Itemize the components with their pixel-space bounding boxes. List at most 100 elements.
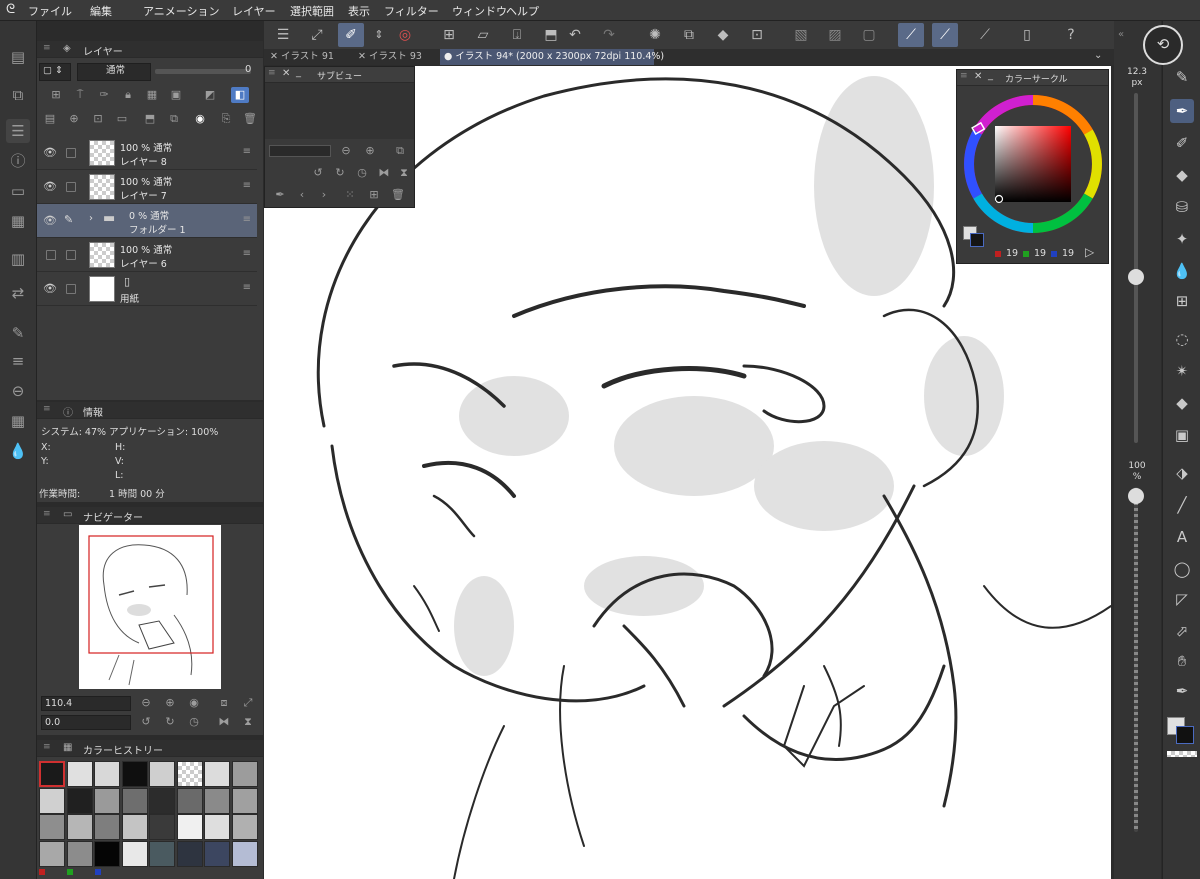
correct-line-icon[interactable]: ⬀ <box>1170 619 1194 643</box>
rotation-field[interactable]: 0.0 <box>41 715 131 730</box>
sub-color-swatch[interactable] <box>970 233 984 247</box>
layer-checkbox[interactable] <box>66 250 76 260</box>
frame-icon[interactable]: ◸ <box>1170 587 1194 611</box>
layer-color-select[interactable]: ▢ ⇕ <box>39 63 71 81</box>
color-swatch[interactable] <box>39 840 65 867</box>
trash-icon[interactable]: 🗑︎ <box>241 111 259 127</box>
help-icon[interactable]: ? <box>1058 23 1084 47</box>
clipping-icon[interactable]: ⊞ <box>47 87 65 103</box>
import-image-icon[interactable]: ⊞ <box>365 187 383 203</box>
color-swatch[interactable] <box>149 840 175 867</box>
duplicate-layer-icon[interactable]: ⎘ <box>217 111 235 127</box>
layer-checkbox[interactable] <box>66 182 76 192</box>
auto-action-icon[interactable]: ⇄ <box>6 281 30 305</box>
share-icon[interactable]: ⬒ <box>538 23 564 47</box>
sub-color-chip[interactable] <box>1176 726 1194 744</box>
mask-icon[interactable]: ▣ <box>167 87 185 103</box>
visibility-box[interactable] <box>46 250 56 260</box>
clear-icon[interactable]: ⧉ <box>676 23 702 47</box>
menu-icon[interactable]: ≡ <box>243 248 251 259</box>
color-swatch[interactable] <box>39 814 65 840</box>
menu-edit[interactable]: 編集 <box>90 3 112 19</box>
color-swatch[interactable] <box>94 814 120 840</box>
layer-row-selected[interactable]: 👁︎ ✎ › ▬ 0 % 通常 フォルダー 1 ≡ <box>37 204 257 238</box>
menu-icon[interactable]: ≡ <box>243 282 251 293</box>
fill-bucket-icon[interactable]: ◆ <box>1170 391 1194 415</box>
close-icon[interactable]: ✕ <box>282 68 290 79</box>
expand-chevron-icon[interactable]: › <box>89 213 93 224</box>
fill-icon[interactable]: ◆ <box>710 23 736 47</box>
layer-checkbox[interactable] <box>66 148 76 158</box>
redo-icon[interactable]: ↷ <box>596 23 622 47</box>
navigator-icon[interactable]: ▭ <box>6 179 30 203</box>
blend-mode-select[interactable]: 通常 <box>77 63 151 81</box>
lock-icon[interactable]: 🔒︎ <box>119 87 137 103</box>
transparent-color-chip[interactable] <box>1167 751 1197 757</box>
snap-ruler-icon[interactable]: ⟋ <box>898 23 924 47</box>
color-swatch[interactable] <box>204 840 230 867</box>
color-swatch[interactable] <box>94 787 120 814</box>
open-file-icon[interactable]: ▱ <box>470 23 496 47</box>
brush-opacity-slider[interactable] <box>1134 487 1138 832</box>
minimize-icon[interactable]: _ <box>296 67 301 78</box>
snap-special-ruler-icon[interactable]: ⟋ <box>932 23 958 47</box>
stepper-icon[interactable]: ⇕ <box>366 23 392 47</box>
grid-icon[interactable]: ▦ <box>6 409 30 433</box>
transform-icon[interactable]: ⊡ <box>744 23 770 47</box>
save-icon[interactable]: ⍗ <box>504 23 530 47</box>
color-swatch[interactable] <box>121 761 148 787</box>
zoom-in-icon[interactable]: ⊕ <box>361 143 379 159</box>
hue-ring[interactable] <box>961 92 1105 236</box>
rotate-left-icon[interactable]: ↺ <box>137 714 155 730</box>
color-swatch[interactable] <box>149 787 175 814</box>
new-vector-layer-icon[interactable]: ⊡ <box>89 111 107 127</box>
layer-row[interactable]: 100 % 通常 レイヤー 6 ≡ <box>37 238 257 272</box>
gradient-icon[interactable]: ▣ <box>1170 423 1194 447</box>
modifier-key-icon[interactable]: ⟲ <box>1143 25 1183 65</box>
new-canvas-icon[interactable]: ⊞ <box>436 23 462 47</box>
tab-illust-91[interactable]: ✕ イラスト 91 <box>266 49 356 65</box>
draft-layer-icon[interactable]: ✑ <box>95 87 113 103</box>
color-swatch[interactable] <box>149 814 175 840</box>
pen-pressure-icon[interactable]: ✐ <box>338 23 364 47</box>
color-swatch[interactable] <box>204 761 230 787</box>
color-swatch[interactable] <box>176 761 203 787</box>
color-swatch[interactable] <box>231 814 258 840</box>
pen-tool-icon[interactable]: ✒ <box>1170 99 1194 123</box>
eraser-icon[interactable]: ◆ <box>1170 163 1194 187</box>
flip-horizontal-icon[interactable]: ⧓ <box>215 714 233 730</box>
loading-icon[interactable]: ✺ <box>642 23 668 47</box>
app-logo-icon[interactable]: ᘓ <box>6 2 15 17</box>
grip-icon[interactable]: ≡ <box>960 72 968 81</box>
grip-icon[interactable]: ≡ <box>268 69 276 78</box>
color-swatch[interactable] <box>39 787 65 814</box>
grid-icon[interactable]: ⁙ <box>341 187 359 203</box>
rotate-right-icon[interactable]: ↻ <box>161 714 179 730</box>
menu-view[interactable]: 表示 <box>348 3 370 19</box>
lasso-icon[interactable]: ◌ <box>1170 327 1194 351</box>
eye-icon[interactable]: 👁︎ <box>43 282 57 295</box>
color-swatch[interactable] <box>231 840 258 867</box>
menu-icon[interactable]: ≡ <box>243 146 251 157</box>
trash-icon[interactable]: 🗑︎ <box>389 187 407 203</box>
fit-window-icon[interactable]: ⤢ <box>239 695 257 711</box>
menu-help[interactable]: ヘルプ <box>506 3 539 19</box>
color-swatch[interactable] <box>121 814 148 840</box>
flip-vertical-icon[interactable]: ⧗ <box>239 714 257 730</box>
hand-icon[interactable]: ✋︎ <box>1170 649 1194 673</box>
search-layer-icon[interactable]: ⧉ <box>6 83 30 107</box>
next-icon[interactable]: › <box>315 187 333 203</box>
color-swatch[interactable] <box>231 787 258 814</box>
color-swatch[interactable] <box>204 787 230 814</box>
layers-icon[interactable]: ☰ <box>6 119 30 143</box>
smartphone-icon[interactable]: ▯ <box>1014 23 1040 47</box>
blend-icon[interactable]: 💧 <box>1170 259 1194 283</box>
brush-opacity-handle[interactable] <box>1128 488 1144 504</box>
info-icon[interactable]: ⓘ <box>6 149 30 173</box>
layer-row[interactable]: 👁︎ ▯ 用紙 ≡ <box>37 272 257 306</box>
menu-animation[interactable]: アニメーション <box>143 3 220 19</box>
color-swatch[interactable] <box>149 761 175 787</box>
zoom-out-icon[interactable]: ⊖ <box>137 695 155 711</box>
grip-icon[interactable]: ≡ <box>43 743 51 752</box>
color-swatch[interactable] <box>66 761 93 787</box>
